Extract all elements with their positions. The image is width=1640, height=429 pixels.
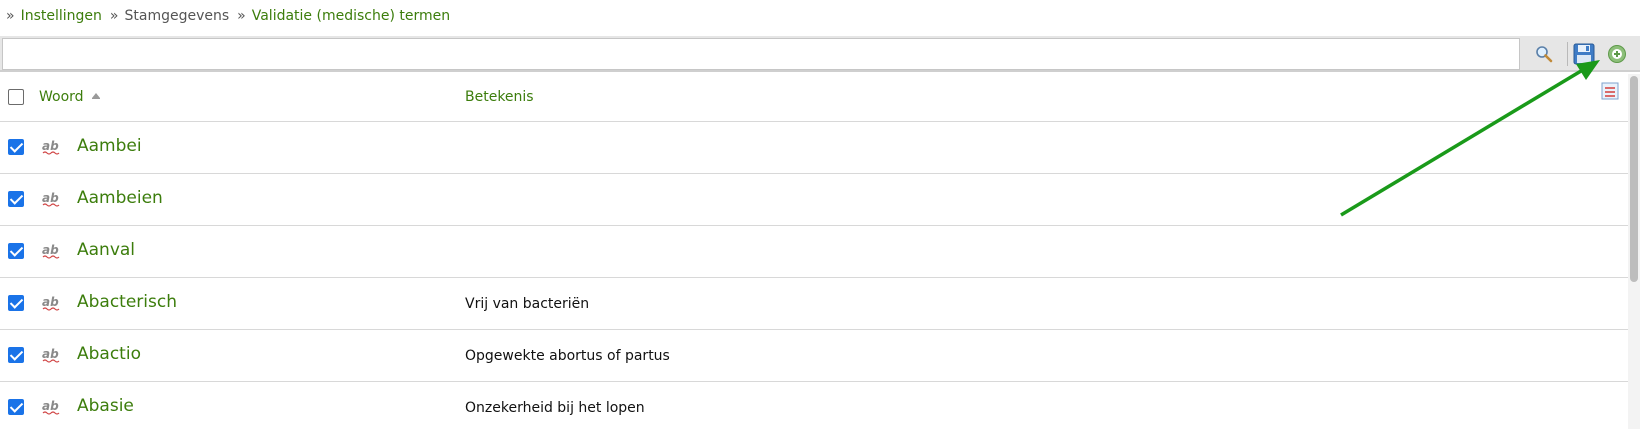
row-meaning: Onzekerheid bij het lopen	[465, 400, 645, 416]
spellcheck-icon: ab	[42, 191, 60, 207]
table-row[interactable]: ab Aambei	[0, 122, 1628, 174]
table-row[interactable]: ab Aambeien	[0, 174, 1628, 226]
breadcrumb-separator: »	[109, 8, 119, 24]
row-word[interactable]: Abasie	[77, 396, 134, 416]
save-button[interactable]	[1570, 40, 1598, 68]
row-word[interactable]: Abactio	[77, 344, 141, 364]
breadcrumb-separator: »	[6, 8, 15, 24]
toolbar	[0, 36, 1640, 72]
row-checkbox[interactable]	[8, 139, 24, 155]
spellcheck-icon: ab	[42, 399, 60, 415]
search-input[interactable]	[2, 38, 1520, 70]
row-checkbox[interactable]	[8, 243, 24, 259]
row-meaning: Vrij van bacteriën	[465, 296, 590, 312]
row-checkbox[interactable]	[8, 191, 24, 207]
svg-text:ab: ab	[42, 191, 59, 205]
page: » Instellingen » Stamgegevens » Validati…	[0, 0, 1640, 429]
breadcrumb: » Instellingen » Stamgegevens » Validati…	[6, 7, 458, 25]
column-header-woord-label: Woord	[39, 89, 84, 105]
search-icon	[1536, 46, 1553, 63]
svg-text:ab: ab	[42, 347, 59, 361]
row-checkbox[interactable]	[8, 295, 24, 311]
column-header-woord[interactable]: Woord	[39, 89, 100, 105]
select-all-checkbox[interactable]	[8, 89, 24, 105]
column-header-betekenis[interactable]: Betekenis	[465, 89, 534, 105]
spellcheck-icon: ab	[42, 243, 60, 259]
save-icon	[1573, 43, 1595, 65]
breadcrumb-validatie-termen[interactable]: Validatie (medische) termen	[252, 8, 450, 24]
row-word[interactable]: Aanval	[77, 240, 135, 260]
table-row[interactable]: ab Abacterisch Vrij van bacteriën	[0, 278, 1628, 330]
add-button[interactable]	[1603, 40, 1631, 68]
breadcrumb-stamgegevens[interactable]: Stamgegevens	[124, 8, 229, 24]
row-checkbox[interactable]	[8, 347, 24, 363]
breadcrumb-separator: »	[237, 8, 246, 24]
add-icon	[1608, 45, 1626, 63]
row-meaning: Opgewekte abortus of partus	[465, 348, 670, 364]
toolbar-divider	[1567, 42, 1568, 66]
table-row[interactable]: ab Aanval	[0, 226, 1628, 278]
svg-text:ab: ab	[42, 139, 59, 153]
row-checkbox[interactable]	[8, 399, 24, 415]
row-word[interactable]: Aambeien	[77, 188, 163, 208]
svg-text:ab: ab	[42, 399, 59, 413]
search-button[interactable]	[1530, 40, 1558, 68]
sort-ascending-icon	[91, 92, 100, 99]
svg-text:ab: ab	[42, 243, 59, 257]
spellcheck-icon: ab	[42, 295, 60, 311]
spellcheck-icon: ab	[42, 139, 60, 155]
spellcheck-icon: ab	[42, 347, 60, 363]
svg-text:ab: ab	[42, 295, 59, 309]
table-row[interactable]: ab Abactio Opgewekte abortus of partus	[0, 330, 1628, 382]
column-settings-icon[interactable]	[1601, 82, 1619, 100]
table-body: ab Aambei ab Aambeien ab Aanval ab Abacterisch V…	[0, 122, 1628, 429]
scrollbar-thumb[interactable]	[1630, 76, 1638, 282]
breadcrumb-instellingen[interactable]: Instellingen	[21, 8, 102, 24]
row-word[interactable]: Aambei	[77, 136, 142, 156]
table-row[interactable]: ab Abasie Onzekerheid bij het lopen	[0, 382, 1628, 429]
row-word[interactable]: Abacterisch	[77, 292, 177, 312]
table-header: Woord Betekenis	[0, 74, 1628, 122]
